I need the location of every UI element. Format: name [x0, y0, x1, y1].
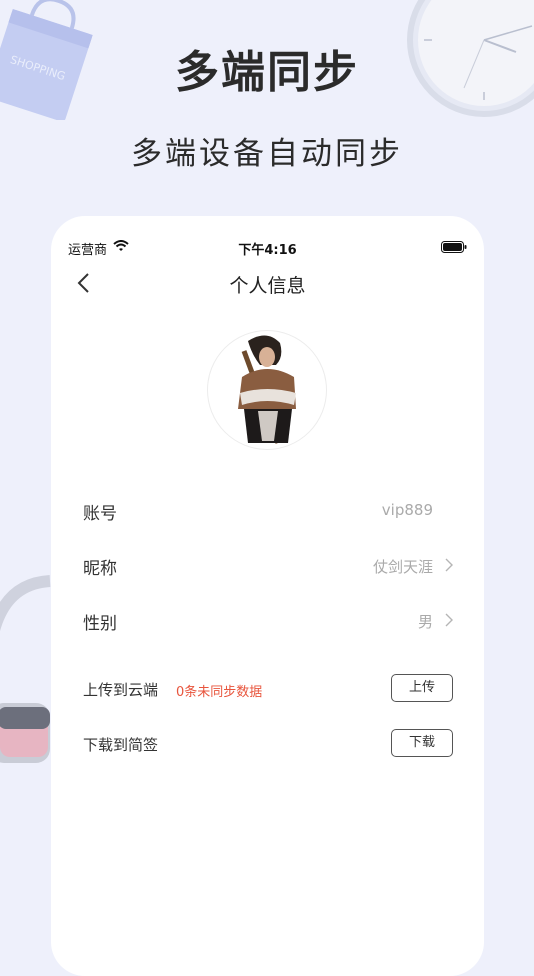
account-value: vip889: [381, 501, 433, 519]
download-button[interactable]: 下载: [391, 729, 453, 757]
upload-button[interactable]: 上传: [391, 674, 453, 702]
phone-screen: 运营商 下午4:16 个人信息 账号 vip889 昵称 仗剑天涯 性别 男 上…: [51, 216, 484, 976]
account-label: 账号: [83, 504, 117, 524]
nickname-value: 仗剑天涯: [372, 558, 433, 576]
hero-title: 多端同步: [175, 47, 359, 98]
nickname-row[interactable]: 昵称 仗剑天涯: [83, 551, 453, 581]
upload-row: 上传到云端 0条未同步数据 上传: [83, 674, 453, 704]
nickname-label: 昵称: [83, 559, 117, 579]
account-row: 账号 vip889: [83, 496, 453, 526]
gender-row[interactable]: 性别 男: [83, 606, 453, 636]
warrior-avatar-icon: [238, 335, 296, 444]
chevron-right-icon: [445, 558, 453, 572]
navigation-bar: 个人信息: [51, 266, 484, 300]
battery-icon: [441, 241, 467, 253]
hero-subtitle: 多端设备自动同步: [131, 136, 403, 172]
page-title: 个人信息: [229, 275, 306, 297]
download-label: 下载到简签: [83, 736, 159, 754]
download-row: 下载到简签 下载: [83, 729, 453, 759]
gender-value: 男: [417, 613, 433, 631]
gender-label: 性别: [83, 614, 117, 634]
upload-label: 上传到云端: [83, 681, 159, 699]
chevron-right-icon: [445, 613, 453, 627]
status-bar: 运营商 下午4:16: [51, 238, 484, 258]
status-time: 下午4:16: [238, 243, 297, 258]
unsynced-count-badge: 0条未同步数据: [176, 685, 263, 700]
avatar[interactable]: [207, 330, 327, 450]
